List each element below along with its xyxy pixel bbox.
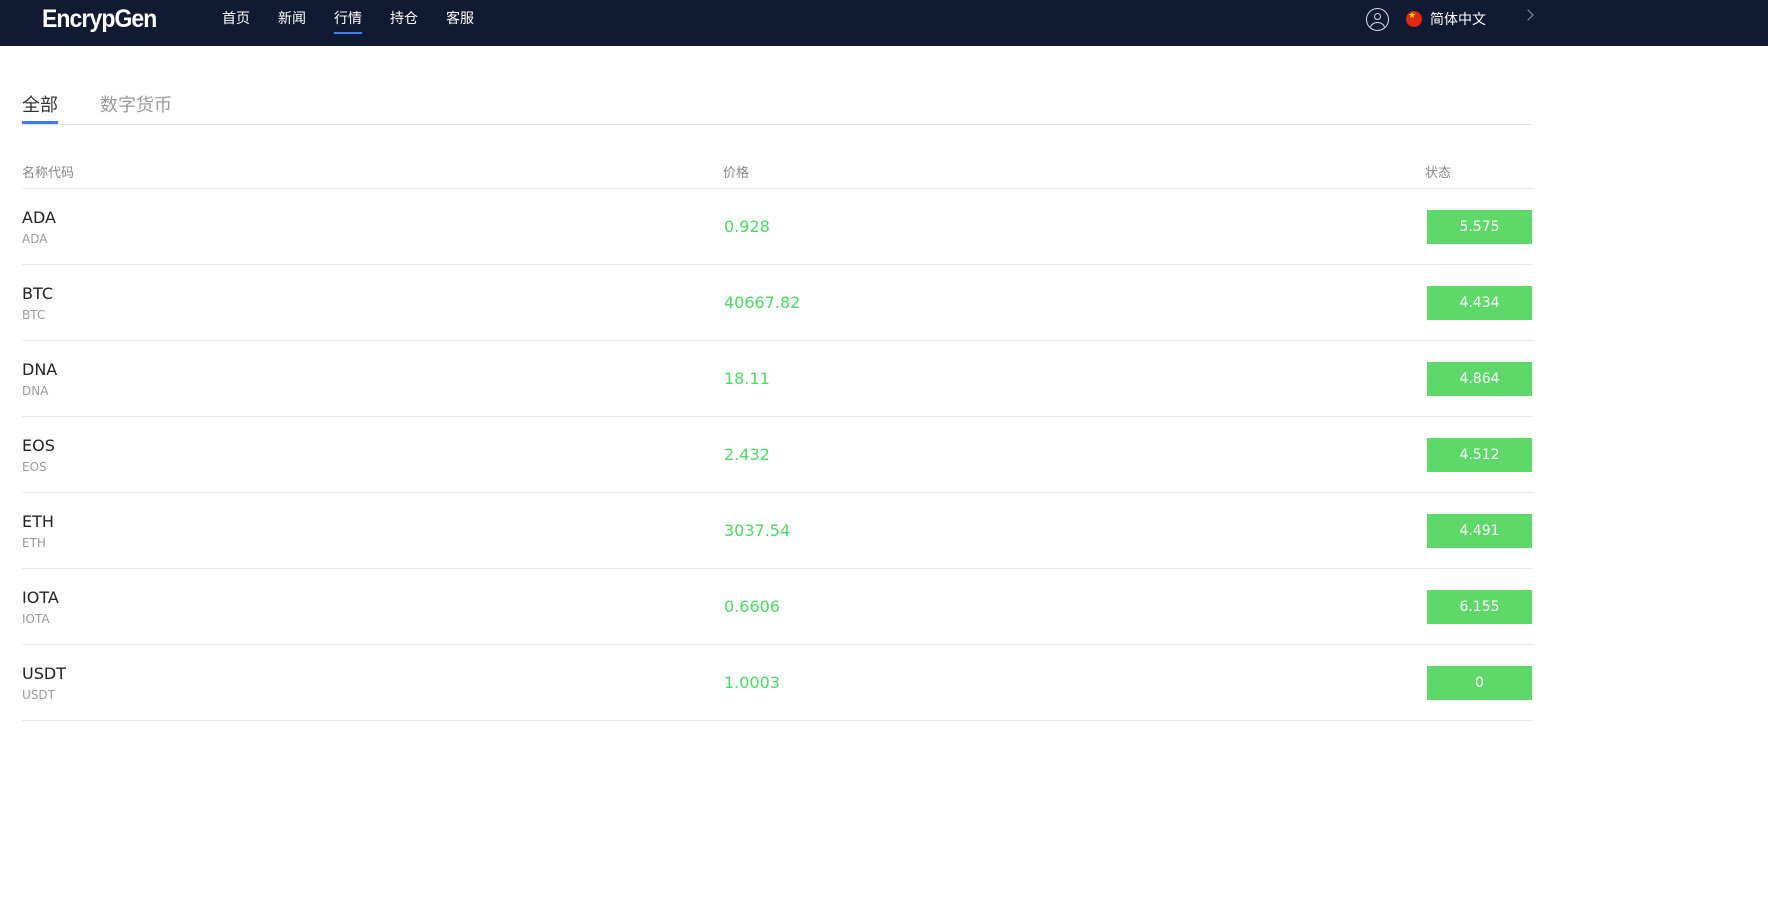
column-price: 价格 — [723, 166, 750, 181]
chevron-right-icon[interactable] — [1522, 9, 1534, 21]
coin-code: DNA — [22, 384, 49, 398]
coin-price: 0.6606 — [724, 597, 780, 616]
coin-code: IOTA — [22, 612, 50, 626]
nav-market[interactable]: 行情 — [334, 0, 362, 36]
coin-price: 0.928 — [724, 217, 770, 236]
status-badge[interactable]: 4.864 — [1427, 362, 1532, 396]
coin-code: EOS — [22, 460, 47, 474]
site-logo[interactable]: EncrypGen — [42, 2, 157, 36]
coin-symbol: BTC — [22, 284, 53, 303]
main-nav: 首页 新闻 行情 持仓 客服 — [222, 0, 502, 40]
nav-support[interactable]: 客服 — [446, 0, 474, 36]
status-badge[interactable]: 5.575 — [1427, 210, 1532, 244]
table-row[interactable]: BTC BTC 40667.82 4.434 — [22, 265, 1532, 341]
coin-price: 40667.82 — [724, 293, 801, 312]
status-badge[interactable]: 0 — [1427, 666, 1532, 700]
column-status: 状态 — [1425, 166, 1452, 181]
coin-symbol: ADA — [22, 208, 56, 227]
language-selector[interactable]: 简体中文 — [1406, 8, 1486, 30]
coin-symbol: IOTA — [22, 588, 59, 607]
table-row[interactable]: EOS EOS 2.432 4.512 — [22, 417, 1532, 493]
language-label: 简体中文 — [1430, 12, 1486, 28]
table-row[interactable]: DNA DNA 18.11 4.864 — [22, 341, 1532, 417]
china-flag-icon — [1406, 11, 1422, 27]
nav-positions[interactable]: 持仓 — [390, 0, 418, 36]
status-badge[interactable]: 4.512 — [1427, 438, 1532, 472]
table-row[interactable]: USDT USDT 1.0003 0 — [22, 645, 1532, 721]
user-icon-head — [1373, 12, 1381, 20]
status-badge[interactable]: 6.155 — [1427, 590, 1532, 624]
coin-code: USDT — [22, 688, 55, 702]
status-badge[interactable]: 4.491 — [1427, 514, 1532, 548]
market-tabs: 全部 数字货币 — [22, 92, 1532, 125]
table-row[interactable]: ETH ETH 3037.54 4.491 — [22, 493, 1532, 569]
market-table: 名称代码 价格 状态 ADA ADA 0.928 5.575 BTC BTC 4… — [22, 152, 1532, 721]
coin-code: ETH — [22, 536, 46, 550]
user-icon-body — [1369, 22, 1385, 30]
coin-code: BTC — [22, 308, 46, 322]
column-name-code: 名称代码 — [22, 166, 75, 181]
coin-symbol: USDT — [22, 664, 66, 683]
coin-symbol: DNA — [22, 360, 58, 379]
coin-symbol: ETH — [22, 512, 54, 531]
coin-symbol: EOS — [22, 436, 55, 455]
coin-price: 2.432 — [724, 445, 770, 464]
table-row[interactable]: ADA ADA 0.928 5.575 — [22, 189, 1532, 265]
nav-news[interactable]: 新闻 — [278, 0, 306, 36]
coin-price: 18.11 — [724, 369, 770, 388]
nav-home[interactable]: 首页 — [222, 0, 250, 36]
table-header: 名称代码 价格 状态 — [22, 152, 1532, 189]
coin-price: 3037.54 — [724, 521, 791, 540]
coin-price: 1.0003 — [724, 673, 780, 692]
top-navbar: EncrypGen 首页 新闻 行情 持仓 客服 简体中文 — [0, 0, 1768, 46]
table-row[interactable]: IOTA IOTA 0.6606 6.155 — [22, 569, 1532, 645]
tab-digital-currency[interactable]: 数字货币 — [100, 92, 172, 124]
status-badge[interactable]: 4.434 — [1427, 286, 1532, 320]
user-icon[interactable] — [1366, 8, 1389, 31]
tab-all[interactable]: 全部 — [22, 92, 58, 124]
coin-code: ADA — [22, 232, 48, 246]
